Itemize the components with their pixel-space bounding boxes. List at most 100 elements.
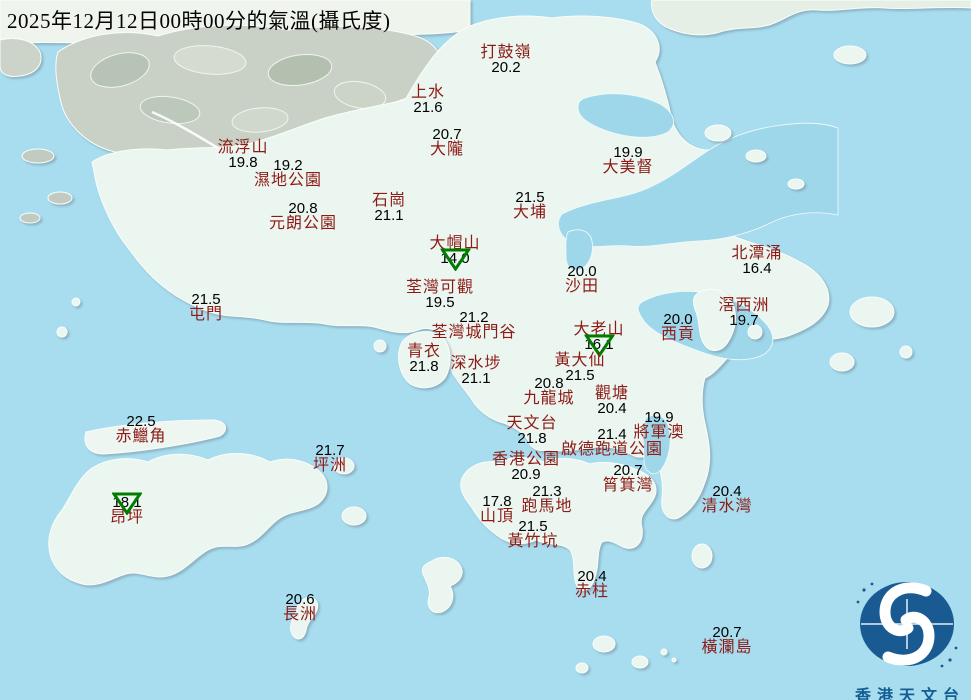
station-value: 19.9 <box>633 410 684 425</box>
station-name: 濕地公園 <box>254 173 322 188</box>
station-name: 青衣 <box>407 344 441 359</box>
station: 18.1 昂坪 <box>110 495 144 525</box>
station-value: 20.7 <box>602 463 653 478</box>
station: 21.5 大埔 <box>513 190 547 220</box>
station: 19.7 滘西洲 <box>718 298 769 328</box>
station: 20.2 打鼓嶺 <box>480 45 531 75</box>
station-value: 20.9 <box>492 467 560 482</box>
station-value: 19.9 <box>602 145 653 160</box>
station-name: 大隴 <box>430 142 464 157</box>
station: 20.0 沙田 <box>565 264 599 294</box>
station: 20.8 元朗公園 <box>269 201 337 231</box>
station-name: 香港公園 <box>492 452 560 467</box>
station: 21.8 青衣 <box>407 344 441 374</box>
station: 20.7 筲箕灣 <box>602 463 653 493</box>
station: 21.3 跑馬地 <box>521 484 572 514</box>
station-name: 啟德跑道公園 <box>561 442 663 457</box>
station: 19.5 荃灣可觀 <box>406 280 474 310</box>
station: 19.9 大美督 <box>602 145 653 175</box>
station: 21.4 啟德跑道公園 <box>561 427 663 457</box>
station-name: 北潭涌 <box>731 246 782 261</box>
station-value: 16.4 <box>731 261 782 276</box>
station-name: 石崗 <box>372 193 406 208</box>
station-value: 17.8 <box>480 494 514 509</box>
station-name: 荃灣可觀 <box>406 280 474 295</box>
station-value: 21.1 <box>372 208 406 223</box>
station: 21.7 坪洲 <box>313 443 347 473</box>
station-value: 21.2 <box>431 310 516 325</box>
station-name: 大老山 <box>573 322 624 337</box>
station-value: 21.3 <box>521 484 572 499</box>
station: 21.5 屯門 <box>189 292 223 322</box>
station-name: 沙田 <box>565 279 599 294</box>
station: 20.4 清水灣 <box>701 484 752 514</box>
station-value: 21.7 <box>313 443 347 458</box>
station-value: 21.5 <box>513 190 547 205</box>
temperature-map: 2025年12月12日00時00分的氣溫(攝氏度) 20.2 打鼓嶺 21.6 … <box>0 0 971 700</box>
station: 21.1 石崗 <box>372 193 406 223</box>
station: 21.5 黃竹坑 <box>507 519 558 549</box>
station-value: 18.1 <box>110 495 144 510</box>
station: 21.6 上水 <box>411 85 445 115</box>
station: 21.8 天文台 <box>506 416 557 446</box>
station: 20.8 九龍城 <box>523 376 574 406</box>
station: 20.6 長洲 <box>283 592 317 622</box>
station-value: 20.4 <box>701 484 752 499</box>
station-value: 16.1 <box>573 337 624 352</box>
station-name: 元朗公園 <box>269 216 337 231</box>
station-name: 清水灣 <box>701 499 752 514</box>
station-value: 20.4 <box>595 401 629 416</box>
station-name: 黃竹坑 <box>507 534 558 549</box>
station-name: 筲箕灣 <box>602 478 653 493</box>
station-name: 屯門 <box>189 307 223 322</box>
station-value: 20.4 <box>575 569 609 584</box>
station-value: 19.5 <box>406 295 474 310</box>
station: 21.2 荃灣城門谷 <box>431 310 516 340</box>
station: 20.0 西貢 <box>661 312 695 342</box>
station-name: 大埔 <box>513 205 547 220</box>
stations-layer: 20.2 打鼓嶺 21.6 上水 20.7 大隴 19.8 流浮山 19.2 濕… <box>0 0 971 700</box>
station-value: 19.2 <box>254 158 322 173</box>
station-value: 20.2 <box>480 60 531 75</box>
station-value: 21.5 <box>507 519 558 534</box>
station: 16.4 北潭涌 <box>731 246 782 276</box>
station: 20.7 大隴 <box>430 127 464 157</box>
logo-name-zh: 香港天文台 <box>843 682 971 700</box>
observatory-logo-icon <box>852 578 962 674</box>
station-name: 昂坪 <box>110 510 144 525</box>
station-value: 14.0 <box>429 251 480 266</box>
station-value: 20.7 <box>701 625 752 640</box>
station: 14.0 大帽山 <box>429 236 480 266</box>
station-name: 坪洲 <box>313 458 347 473</box>
station-name: 大美督 <box>602 160 653 175</box>
station-name: 赤柱 <box>575 584 609 599</box>
station: 19.2 濕地公園 <box>254 158 322 188</box>
station-name: 深水埗 <box>450 356 501 371</box>
station-value: 20.7 <box>430 127 464 142</box>
hko-logo: 香港天文台 HONG KONG OBSERVATORY <box>843 578 971 700</box>
station-value: 21.6 <box>411 100 445 115</box>
station-name: 九龍城 <box>523 391 574 406</box>
station-value: 20.6 <box>283 592 317 607</box>
station: 21.1 深水埗 <box>450 356 501 386</box>
station-name: 西貢 <box>661 327 695 342</box>
station-name: 流浮山 <box>217 140 268 155</box>
station-name: 觀塘 <box>595 386 629 401</box>
station-value: 20.8 <box>523 376 574 391</box>
station-value: 22.5 <box>115 414 166 429</box>
station-name: 滘西洲 <box>718 298 769 313</box>
station: 20.7 橫瀾島 <box>701 625 752 655</box>
station-value: 20.0 <box>565 264 599 279</box>
map-title: 2025年12月12日00時00分的氣溫(攝氏度) <box>7 5 391 35</box>
station-name: 長洲 <box>283 607 317 622</box>
station: 16.1 大老山 <box>573 322 624 352</box>
station-value: 20.8 <box>269 201 337 216</box>
station-name: 橫瀾島 <box>701 640 752 655</box>
station: 20.4 赤柱 <box>575 569 609 599</box>
station: 20.9 香港公園 <box>492 452 560 482</box>
station-name: 天文台 <box>506 416 557 431</box>
station-value: 21.1 <box>450 371 501 386</box>
station-value: 21.4 <box>561 427 663 442</box>
station-name: 上水 <box>411 85 445 100</box>
station: 20.4 觀塘 <box>595 386 629 416</box>
